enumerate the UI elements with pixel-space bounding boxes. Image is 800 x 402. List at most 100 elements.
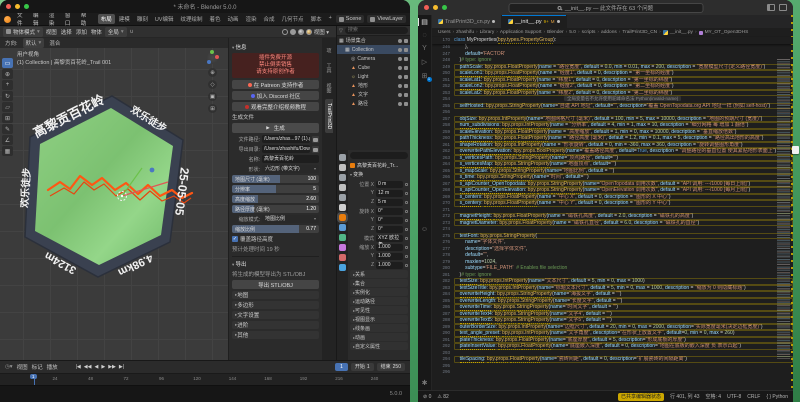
lock-icon[interactable]: [405, 237, 408, 240]
camera-toggle-icon[interactable]: [404, 39, 408, 43]
viewport-view-menu[interactable]: 视图 ▾: [314, 28, 329, 36]
workspace-tab[interactable]: 纹理绘制: [177, 14, 205, 24]
properties-tab-5[interactable]: [339, 204, 346, 211]
direction-dropdown[interactable]: 默认▾: [23, 38, 45, 48]
properties-tab-4[interactable]: [339, 194, 346, 201]
run-debug-icon[interactable]: ▷: [418, 58, 432, 66]
minimize-button[interactable]: [433, 5, 438, 10]
link-button[interactable]: 观看完整介绍视频教程: [232, 102, 319, 111]
properties-search-input[interactable]: [350, 152, 408, 159]
viewport-tool-3[interactable]: ↻: [2, 91, 13, 101]
timeline-menu-item[interactable]: 播放: [47, 363, 58, 371]
camera-toggle-icon[interactable]: [404, 57, 408, 61]
breadcrumb-item[interactable]: scripts: [582, 30, 596, 35]
lock-icon[interactable]: [405, 219, 408, 222]
properties-panel[interactable]: 线条画: [350, 324, 408, 332]
breadcrumb-item[interactable]: zhashifu: [456, 30, 474, 35]
export-section-header[interactable]: 导出: [232, 260, 319, 268]
properties-tab-9[interactable]: [339, 244, 346, 251]
eye-toggle-icon[interactable]: [398, 93, 402, 97]
breadcrumb-item[interactable]: addons: [601, 30, 617, 35]
camera-toggle-icon[interactable]: [404, 66, 408, 70]
errors-indicator[interactable]: ⊘ 0: [423, 394, 431, 400]
properties-tab-8[interactable]: [339, 234, 346, 241]
blender-titlebar[interactable]: * 未命名 - Blender 5.0.0: [0, 0, 410, 13]
workspace-tab[interactable]: 几何节点: [279, 14, 307, 24]
rendered-shading-icon[interactable]: [306, 29, 312, 35]
outliner-row[interactable]: ◎Camera: [337, 54, 410, 63]
viewport-tool-4[interactable]: ▱: [2, 102, 13, 112]
viewport-tool-8[interactable]: ▦: [2, 146, 13, 156]
editor-tab[interactable]: __init__.py9+M: [502, 15, 567, 28]
wireframe-shading-icon[interactable]: [282, 29, 288, 35]
nav-icon-1[interactable]: ◇: [208, 80, 217, 89]
properties-tab-10[interactable]: [339, 254, 346, 261]
properties-tab-11[interactable]: [339, 264, 346, 271]
viewport-menu-item[interactable]: 视图: [46, 28, 57, 36]
link-button[interactable]: 加入 Discord 社区: [232, 91, 319, 100]
eye-toggle-icon[interactable]: [398, 39, 402, 43]
viewport-tool-1[interactable]: ⊕: [2, 69, 13, 79]
eye-toggle-icon[interactable]: [398, 48, 402, 52]
breadcrumb-item[interactable]: MY_OT_Open3DHS: [705, 30, 749, 35]
vscode-titlebar[interactable]: __init__.py — 此文件存在 63 个问题: [418, 0, 793, 15]
transform-value[interactable]: 0°: [376, 217, 403, 224]
transport-button[interactable]: ▶|: [119, 364, 124, 370]
workspace-tab[interactable]: 布局: [98, 14, 115, 24]
filter-icon[interactable]: ▽: [339, 28, 343, 34]
explorer-icon[interactable]: ▤: [418, 18, 432, 26]
transform-value[interactable]: 1.000: [376, 244, 403, 251]
breadcrumb-item[interactable]: TrailPrint3D_CN: [622, 30, 657, 35]
camera-toggle-icon[interactable]: [404, 102, 408, 106]
timeline-ruler[interactable]: 1 24487296120144168192216240: [0, 373, 410, 385]
transform-value[interactable]: 0°: [376, 208, 403, 215]
eye-toggle-icon[interactable]: [398, 75, 402, 79]
outliner-row[interactable]: ☼Light: [337, 72, 410, 81]
orientation-gizmo[interactable]: [206, 51, 219, 64]
close-button[interactable]: [424, 5, 429, 10]
toggle-panel-icon[interactable]: [767, 4, 775, 11]
lock-icon[interactable]: [405, 255, 408, 258]
command-center-search[interactable]: __init__.py — 此文件存在 63 个问题: [508, 3, 703, 13]
camera-toggle-icon[interactable]: [404, 84, 408, 88]
transform-value[interactable]: 1.000: [376, 253, 403, 260]
transform-panel-header[interactable]: 变换: [350, 171, 408, 178]
viewport-menu-item[interactable]: 物体: [91, 28, 102, 36]
transform-value[interactable]: 12 m: [376, 190, 403, 197]
properties-tab-3[interactable]: [339, 184, 346, 191]
folder-icon[interactable]: [312, 146, 319, 153]
properties-tab-7[interactable]: [339, 224, 346, 231]
field-value[interactable]: /Users/zhas...97 (1).gpx: [262, 135, 310, 143]
status-item[interactable]: UTF-8: [727, 394, 741, 400]
transport-button[interactable]: ◀: [94, 364, 98, 370]
viewlayer-selector[interactable]: ViewLayer: [367, 15, 406, 23]
properties-panel[interactable]: 可见性: [350, 306, 408, 314]
properties-panel[interactable]: 自定义属性: [350, 342, 408, 350]
extensions-icon[interactable]: ⊞1: [418, 72, 432, 80]
scale-ratio-slider[interactable]: 缩放比例 0.77: [232, 225, 319, 233]
outliner-search-input[interactable]: 搜索: [345, 27, 408, 34]
outliner-row[interactable]: ▦场景集合: [337, 36, 410, 45]
eye-toggle-icon[interactable]: [398, 102, 402, 106]
playhead[interactable]: 1: [34, 374, 35, 385]
outliner-row[interactable]: ▦Collection: [337, 45, 410, 54]
properties-tab-2[interactable]: [339, 174, 346, 181]
properties-tab-0[interactable]: [339, 154, 346, 161]
workspace-tab[interactable]: 脚本: [308, 14, 325, 24]
transform-value[interactable]: XYZ 欧拉角: [376, 235, 403, 242]
material-shading-icon[interactable]: [298, 29, 304, 35]
lock-icon[interactable]: [405, 192, 408, 195]
transform-value[interactable]: 5 m: [376, 199, 403, 206]
viewport-tool-7[interactable]: ∠: [2, 135, 13, 145]
collapsed-section[interactable]: 地图: [232, 291, 319, 299]
properties-panel[interactable]: 实例化: [350, 288, 408, 296]
lock-icon[interactable]: [405, 246, 408, 249]
value-slider[interactable]: 高度缩放2.60: [232, 195, 319, 203]
outliner-row[interactable]: ▲路径: [337, 99, 410, 108]
folder-icon[interactable]: [312, 136, 319, 143]
sidebar-tab-视图[interactable]: 视图: [325, 79, 334, 97]
collapsed-section[interactable]: 多边形: [232, 301, 319, 309]
properties-panel[interactable]: 集合: [350, 279, 408, 287]
workspace-tab[interactable]: 动画: [225, 14, 242, 24]
workspace-tab[interactable]: 雕刻: [134, 14, 151, 24]
